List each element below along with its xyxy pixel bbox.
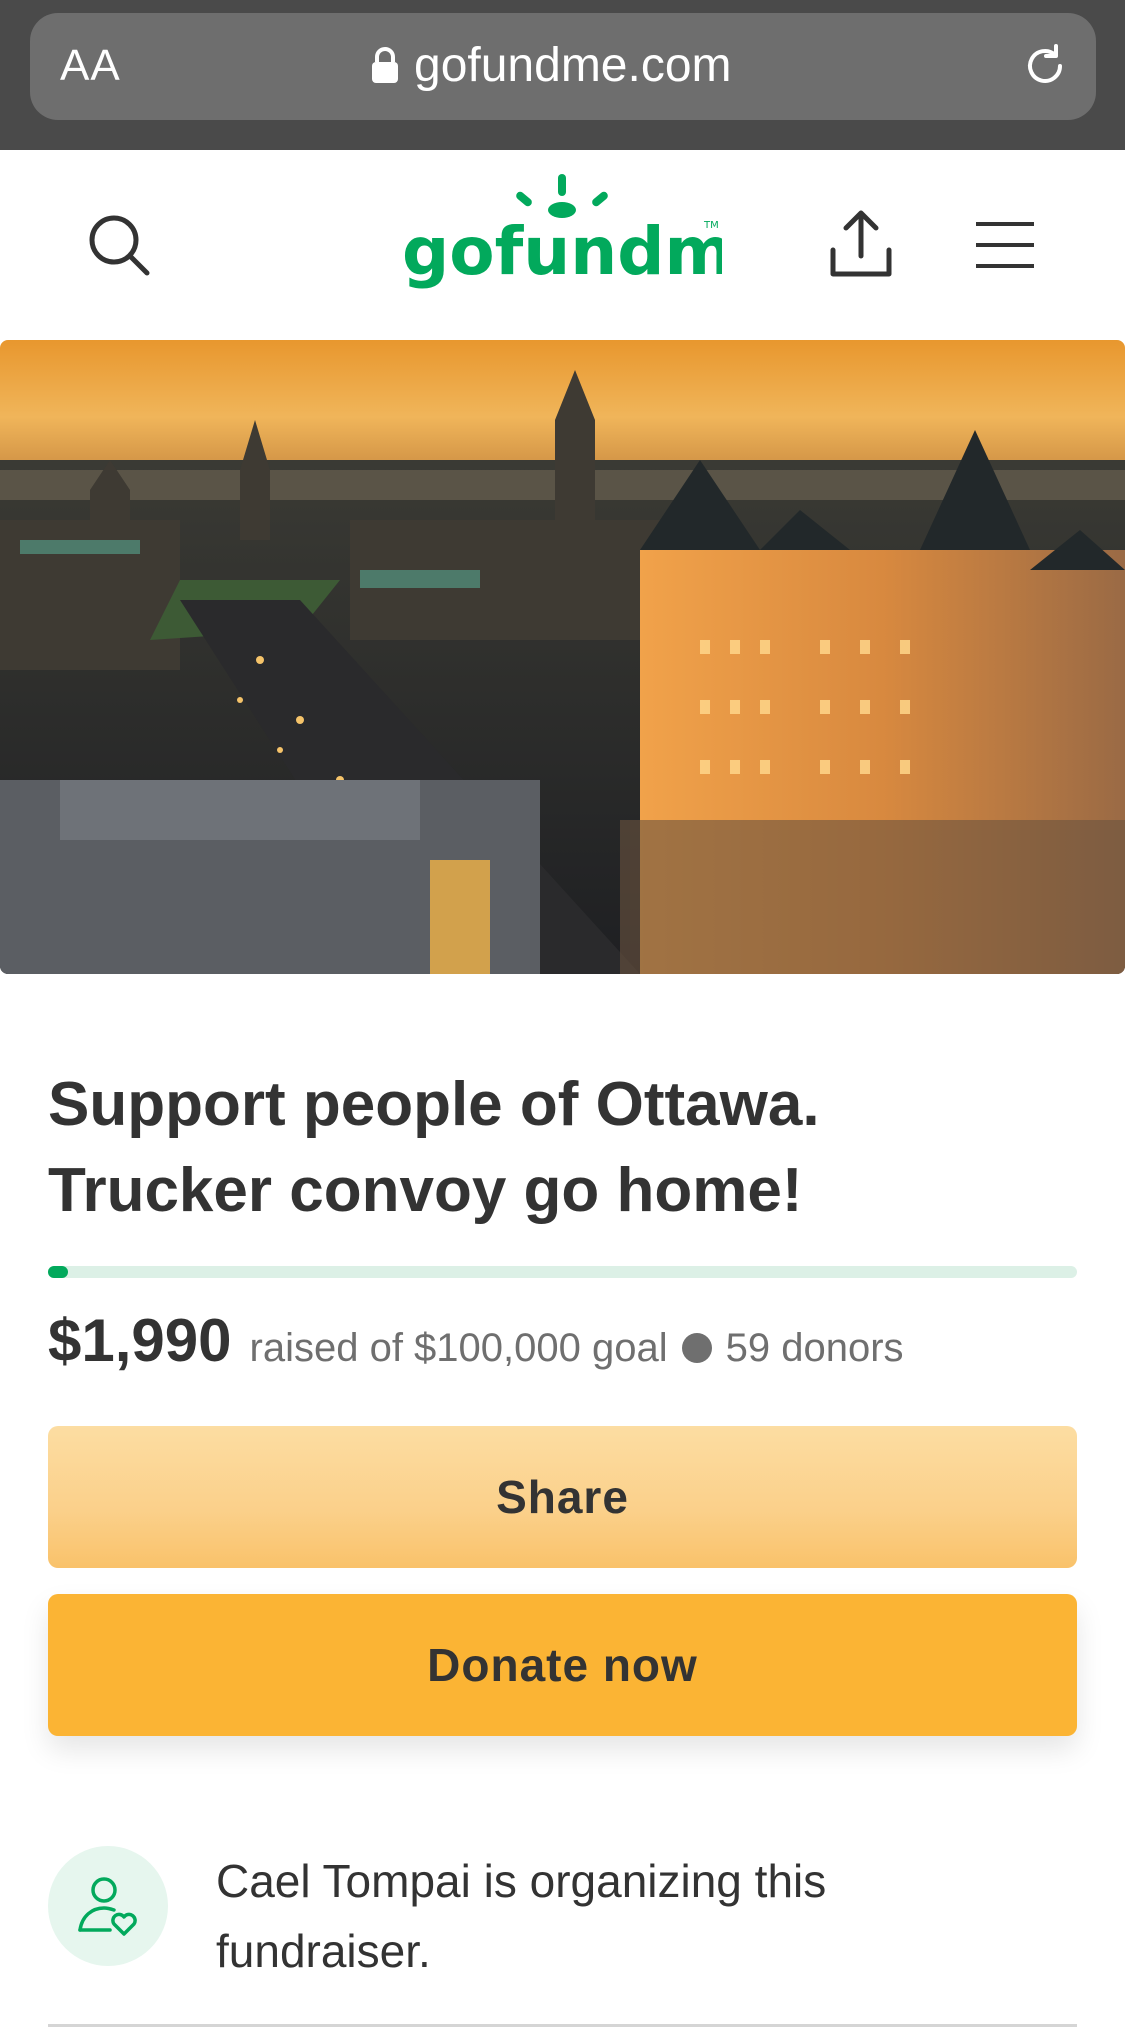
logo-text: gofundme <box>402 213 722 290</box>
gofundme-logo[interactable]: gofundme TM <box>402 172 722 302</box>
progress-bar-fill <box>48 1266 69 1278</box>
url-text: gofundme.com <box>414 38 732 92</box>
separator-dot <box>681 1333 712 1363</box>
fundraising-stats: $1,990 raised of $100,000 goal 59 donors <box>48 1306 904 1380</box>
goal-text: raised of $100,000 goal <box>249 1326 668 1370</box>
lock-icon <box>372 47 398 83</box>
browser-chrome: AA gofundme.com <box>0 0 1125 150</box>
site-header: gofundme TM <box>0 150 1125 340</box>
donate-now-button[interactable]: Donate now <box>48 1594 1077 1736</box>
menu-icon[interactable] <box>974 220 1036 270</box>
campaign-title: Support people of Ottawa. Trucker convoy… <box>48 1062 1068 1234</box>
amount-raised: $1,990 <box>48 1307 232 1374</box>
search-icon[interactable] <box>86 212 152 278</box>
organizer-heart-icon <box>78 1877 137 1936</box>
logo-trademark: TM <box>703 220 719 231</box>
section-divider <box>48 2024 1077 2027</box>
url-display[interactable]: gofundme.com <box>370 35 810 95</box>
reload-icon[interactable] <box>1020 41 1070 91</box>
address-bar[interactable]: AA gofundme.com <box>30 13 1096 120</box>
organizer-avatar <box>48 1846 168 1966</box>
organizer-section: Cael Tompai is organizing this fundraise… <box>48 1846 1077 1986</box>
organizer-text: Cael Tompai is organizing this fundraise… <box>216 1855 827 1977</box>
share-button[interactable]: Share <box>48 1426 1077 1568</box>
donor-count[interactable]: 59 donors <box>726 1326 904 1371</box>
share-icon[interactable] <box>828 208 894 280</box>
text-size-button[interactable]: AA <box>60 41 121 91</box>
campaign-title-line-1: Support people of Ottawa. <box>48 1070 820 1139</box>
progress-bar <box>48 1266 1077 1278</box>
hero-image <box>0 340 1125 974</box>
campaign-title-line-2: Trucker convoy go home! <box>48 1156 803 1225</box>
